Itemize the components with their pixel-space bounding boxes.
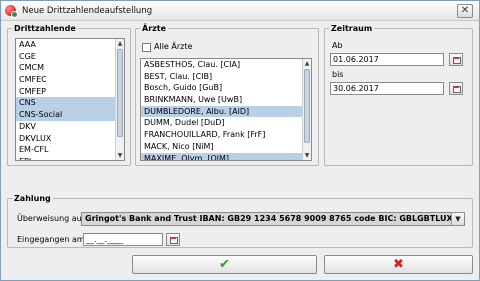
list-item[interactable]: CNS [16, 97, 124, 110]
zeitraum-group: Zeitraum [324, 24, 473, 166]
zahlung-legend: Zahlung [14, 194, 51, 203]
list-item[interactable]: ASBESTHOS, Clau. [CIA] [141, 59, 311, 71]
bis-date-input[interactable]: 30.06.2017 [330, 82, 444, 95]
dialog-window: Neue Drittzahlendeaufstellung ✕ Drittzah… [0, 0, 480, 281]
ab-date-input[interactable]: 01.06.2017 [330, 53, 444, 66]
ueberweisung-select[interactable]: Gringot's Bank and Trust IBAN: GB29 1234… [81, 212, 465, 226]
app-icon [5, 5, 18, 18]
list-item[interactable]: BRINKMANN, Uwe [UwB] [141, 94, 311, 106]
ueberweisung-label: Überweisung auf [17, 214, 85, 223]
list-item[interactable]: DUMM, Dudel [DuD] [141, 117, 311, 129]
list-item[interactable]: BEST, Clau. [CIB] [141, 71, 311, 83]
eingegangen-date-input[interactable]: __.__.____ [83, 233, 163, 246]
list-item[interactable]: DKV [16, 121, 124, 133]
title-bar: Neue Drittzahlendeaufstellung ✕ [1, 1, 479, 21]
list-item[interactable]: CNS-Social [16, 109, 124, 121]
scroll-down-icon[interactable]: ▼ [116, 151, 124, 160]
close-icon: ✕ [460, 5, 470, 16]
ueberweisung-value: Gringot's Bank and Trust IBAN: GB29 1234… [85, 214, 453, 223]
drittzahlende-list[interactable]: AAA CGE CMCM CMFEC CMFEP CNS CNS-Social DKV DKVL… [15, 38, 125, 161]
drittzahlende-scrollbar[interactable]: ▲ ▼ [115, 39, 124, 160]
ok-button[interactable]: ✔ [132, 255, 317, 274]
list-item[interactable]: CMFEP [16, 86, 124, 98]
alle-aerzte-label: Alle Ärzte [154, 42, 193, 51]
cancel-button[interactable]: ✖ [324, 255, 473, 274]
scroll-up-icon[interactable]: ▲ [116, 39, 124, 48]
aerzte-legend: Ärzte [142, 24, 167, 33]
bis-calendar-button[interactable] [449, 82, 463, 95]
list-item[interactable]: DKVLUX [16, 133, 124, 145]
list-item[interactable]: Bosch, Guido [GuB] [141, 82, 311, 94]
list-item[interactable]: MAXIME, Olym. [OlM] [141, 152, 311, 160]
window-title: Neue Drittzahlendeaufstellung [22, 6, 153, 16]
aerzte-list[interactable]: ASBESTHOS, Clau. [CIA] BEST, Clau. [CIB] B… [140, 58, 312, 161]
scroll-up-icon[interactable]: ▲ [303, 59, 311, 68]
eingegangen-calendar-button[interactable] [166, 233, 180, 246]
check-icon: ✔ [219, 257, 230, 272]
scroll-thumb[interactable] [117, 49, 123, 137]
ab-calendar-button[interactable] [449, 53, 463, 66]
list-item[interactable]: CMCM [16, 62, 124, 74]
bis-label: bis [332, 70, 344, 79]
scroll-down-icon[interactable]: ▼ [303, 151, 311, 160]
close-button[interactable]: ✕ [457, 4, 473, 18]
list-item[interactable]: CGE [16, 51, 124, 63]
drittzahlende-legend: Drittzahlende [14, 24, 76, 33]
list-item[interactable]: MACK, Nico [NiM] [141, 141, 311, 153]
list-item[interactable]: CMFEC [16, 74, 124, 86]
scroll-thumb[interactable] [304, 69, 310, 143]
alle-aerzte-checkbox[interactable] [142, 43, 151, 52]
eingegangen-label: Eingegangen am [17, 235, 85, 244]
ab-label: Ab [332, 41, 343, 50]
list-item[interactable]: FRANCHOUILLARD, Frank [FrF] [141, 129, 311, 141]
list-item[interactable]: DUMBLEDORE, Albu. [AlD] [141, 105, 311, 118]
aerzte-scrollbar[interactable]: ▲ ▼ [302, 59, 311, 160]
zeitraum-legend: Zeitraum [331, 24, 373, 33]
dropdown-arrow-icon[interactable]: ▼ [451, 213, 464, 225]
x-icon: ✖ [393, 257, 404, 272]
list-item[interactable]: EPL [16, 156, 124, 160]
list-item[interactable]: AAA [16, 39, 124, 51]
list-item[interactable]: EM-CFL [16, 144, 124, 156]
